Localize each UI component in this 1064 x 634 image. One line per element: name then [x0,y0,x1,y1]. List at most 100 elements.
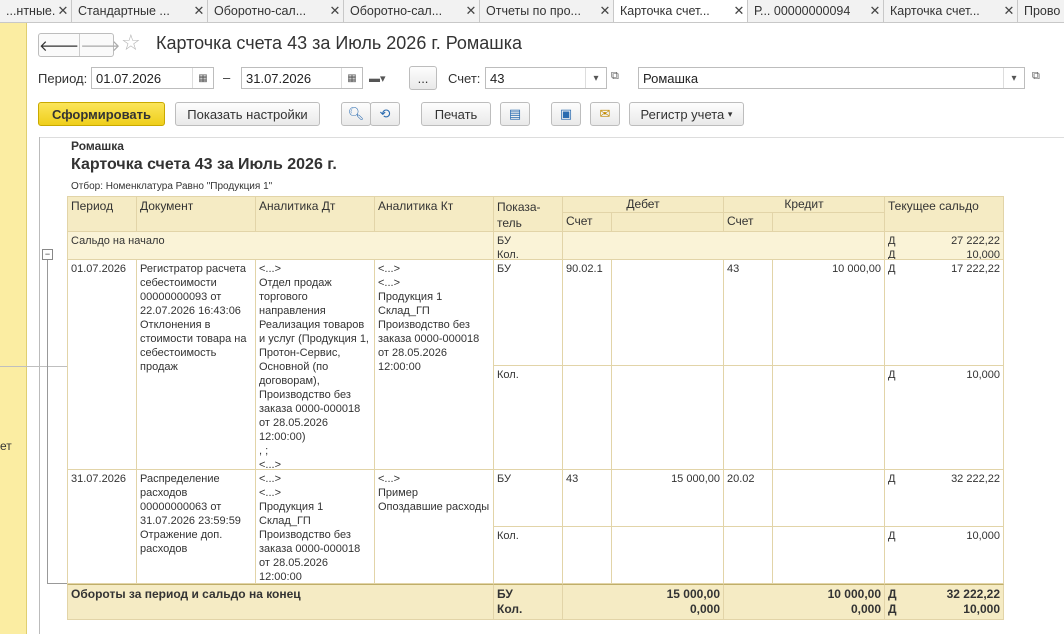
group-line [47,260,48,584]
left-panel[interactable]: ет [0,23,27,634]
table-row-balance: Д 17 222,22 [885,260,1004,366]
open-icon[interactable]: ⧉ [1032,70,1040,83]
star-icon[interactable]: ☆ [121,30,141,56]
col-header-document: Документ [137,196,256,232]
tab-active[interactable]: Карточка счет... ✕ [614,0,748,22]
back-arrow-icon[interactable]: 🡐 [39,34,79,56]
col-header-indicator: Показа- тель [494,196,563,232]
tab-label: Стандартные ... [78,4,170,18]
close-icon[interactable]: ✕ [731,3,747,19]
report-org: Ромашка [71,139,124,153]
close-icon[interactable]: ✕ [1001,3,1017,19]
balance-line: Д 27 222,22 [888,234,1000,248]
dk-marker: Д [888,530,896,542]
period-type-dropdown-icon[interactable]: ▬▾ [369,72,386,85]
table-row-empty [773,366,885,470]
search-settings-button[interactable]: ⟲ [370,102,400,126]
table-row-balance: Д 10,000 [885,527,1004,584]
table-row-indicator: БУ [494,260,563,366]
calendar-icon[interactable]: ▦ [341,68,362,88]
balance-line: Д 10,000 [888,248,1000,260]
close-icon[interactable]: ✕ [463,3,479,19]
dk-marker: Д [888,587,897,601]
tab[interactable]: Оборотно-сал... ✕ [344,0,480,22]
table-row-indicator: БУ [494,470,563,527]
tab[interactable]: Оборотно-сал... ✕ [208,0,344,22]
table-row-analytics-kt: <...> Пример Опоздавшие расходы [375,470,494,584]
balance-value: 10,000 [966,530,1000,542]
chevron-down-icon[interactable]: ▾ [585,68,606,88]
table-row-balance: Д 32 222,22 [885,470,1004,527]
account-field[interactable]: 43 ▾ [485,67,607,89]
organization-value: Ромашка [643,71,699,86]
print-button[interactable]: Печать [421,102,491,126]
forward-arrow-icon[interactable]: 🡒 [80,34,120,56]
table-row-empty [724,527,773,584]
search-button[interactable]: 🔍︎ [341,102,371,126]
tab-label: ...нтные... [6,4,55,18]
col-header-balance: Текущее сальдо [885,196,1004,232]
generate-button[interactable]: Сформировать [38,102,165,126]
dk-marker: Д [888,369,896,381]
col-header-credit: Кредит [724,196,885,213]
tab-label: Прово [1024,4,1061,18]
account-label: Счет: [448,71,481,86]
col-header-analytics-dt: Аналитика Дт [256,196,375,232]
organization-field[interactable]: Ромашка ▾ [638,67,1025,89]
opening-indicator: БУ Кол. [494,232,563,260]
date-from-field[interactable]: 01.07.2026 ▦ [91,67,214,89]
tab[interactable]: Карточка счет... ✕ [884,0,1018,22]
indicator-qty: Кол. [497,249,519,260]
report-filter: Отбор: Номенклатура Равно "Продукция 1" [71,181,273,192]
table-row-kt-sum: 10 000,00 [773,260,885,366]
col-header-credit-sum [773,213,885,232]
tab-label: Оборотно-сал... [350,4,443,18]
open-icon[interactable]: ⧉ [611,70,619,83]
table-row-balance: Д 10,000 [885,366,1004,470]
register-button[interactable]: Регистр учета ▾ [629,102,744,126]
group-line-end [47,583,67,584]
dk-marker: Д [888,249,896,260]
balance-line: Д 32 222,22 [888,587,1000,602]
close-icon[interactable]: ✕ [597,3,613,19]
table-row-dt-account: 90.02.1 [563,260,612,366]
search-icon: 🔍︎ [347,106,365,121]
search-refresh-icon: ⟲ [379,106,391,121]
date-to-field[interactable]: 31.07.2026 ▦ [241,67,363,89]
email-button[interactable]: ✉ [590,102,620,126]
tab-label: Оборотно-сал... [214,4,307,18]
close-icon[interactable]: ✕ [191,3,207,19]
show-settings-button[interactable]: Показать настройки [175,102,320,126]
table-row-empty [612,366,724,470]
close-icon[interactable]: ✕ [867,3,883,19]
balance-line: Д 10,000 [888,602,1000,617]
collapse-icon[interactable]: − [42,249,53,260]
report-top-border [40,137,1064,138]
save-button[interactable]: ▣ [551,102,581,126]
table-row-document[interactable]: Регистратор расчета себестоимости 000000… [137,260,256,470]
tab[interactable]: Р... 00000000094 ✕ [748,0,884,22]
col-header-debit: Дебет [563,196,724,213]
chevron-down-icon: ▾ [727,108,733,119]
table-row-document[interactable]: Распределение расходов 00000000063 от 31… [137,470,256,584]
tab-label: Р... 00000000094 [754,4,851,18]
preview-button[interactable]: ▤ [500,102,530,126]
close-icon[interactable]: ✕ [55,3,71,19]
tab-label: Карточка счет... [890,4,980,18]
table-row-empty [563,527,612,584]
nav-buttons: 🡐 🡒 [38,33,120,57]
dk-marker: Д [888,473,896,485]
calendar-icon[interactable]: ▦ [192,68,213,88]
tab-bar: ...нтные...✕ Стандартные ...✕ Оборотно-с… [0,0,1064,23]
tab[interactable]: Прово [1018,0,1064,22]
col-header-analytics-kt: Аналитика Кт [375,196,494,232]
table-row-period: 31.07.2026 [67,470,137,584]
group-divider [0,366,67,367]
close-icon[interactable]: ✕ [327,3,343,19]
tab[interactable]: Стандартные ... ✕ [72,0,208,22]
period-select-button[interactable]: ... [409,66,437,90]
tab[interactable]: Отчеты по про... ✕ [480,0,614,22]
chevron-down-icon[interactable]: ▾ [1003,68,1024,88]
date-from-value: 01.07.2026 [96,71,162,86]
tab[interactable]: ...нтные...✕ [0,0,72,22]
